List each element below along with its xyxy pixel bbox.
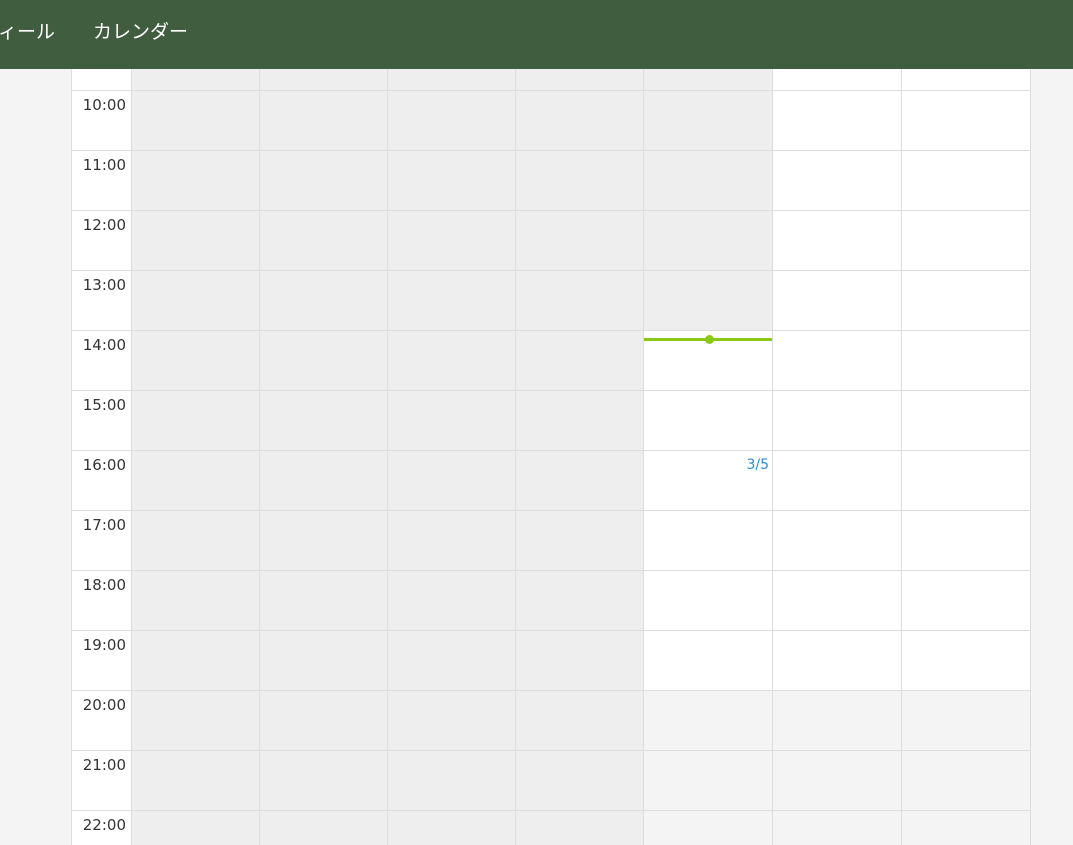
top-navigation-bar: ィール カレンダー [0,0,1073,69]
day-column-1[interactable] [131,69,260,845]
time-axis: 10:00 11:00 12:00 13:00 14:00 15:00 16:0… [72,69,132,845]
time-label: 15:00 [82,396,126,414]
off-hours-shade [644,690,772,845]
hour-gridline [72,330,1030,331]
past-time-shade [644,69,772,330]
hour-gridline [72,150,1030,151]
past-time-shade [516,69,644,845]
hour-gridline [72,510,1030,511]
time-label: 13:00 [82,276,126,294]
hour-gridline [72,570,1030,571]
time-label: 19:00 [82,636,126,654]
date-marker-link[interactable]: 3/5 [644,456,769,474]
time-label: 10:00 [82,96,126,114]
hour-gridline [72,390,1030,391]
off-hours-shade [902,690,1030,845]
hour-gridline [72,630,1030,631]
day-column-7[interactable] [901,69,1030,845]
hour-gridline [72,450,1030,451]
hour-gridline [72,270,1030,271]
time-label: 17:00 [82,516,126,534]
day-column-2[interactable] [259,69,388,845]
time-label: 11:00 [82,156,126,174]
time-label: 12:00 [82,216,126,234]
current-time-dot [705,335,714,344]
hour-gridline [72,90,1030,91]
time-label: 21:00 [82,756,126,774]
day-column-3[interactable] [387,69,516,845]
week-calendar-grid: 10:00 11:00 12:00 13:00 14:00 15:00 16:0… [71,69,1031,845]
past-time-shade [260,69,388,845]
nav-item-calendar[interactable]: カレンダー [93,20,188,44]
day-column-4[interactable] [515,69,644,845]
time-label: 16:00 [82,456,126,474]
hour-gridline [72,690,1030,691]
hour-gridline [72,810,1030,811]
time-label: 20:00 [82,696,126,714]
hour-gridline [72,210,1030,211]
past-time-shade [132,69,260,845]
past-time-shade [388,69,516,845]
time-label: 18:00 [82,576,126,594]
nav-item-feed[interactable]: ィール [0,20,55,44]
off-hours-shade [773,690,901,845]
time-label: 22:00 [82,816,126,834]
time-label: 14:00 [82,336,126,354]
day-column-6[interactable] [772,69,901,845]
hour-gridline [72,750,1030,751]
